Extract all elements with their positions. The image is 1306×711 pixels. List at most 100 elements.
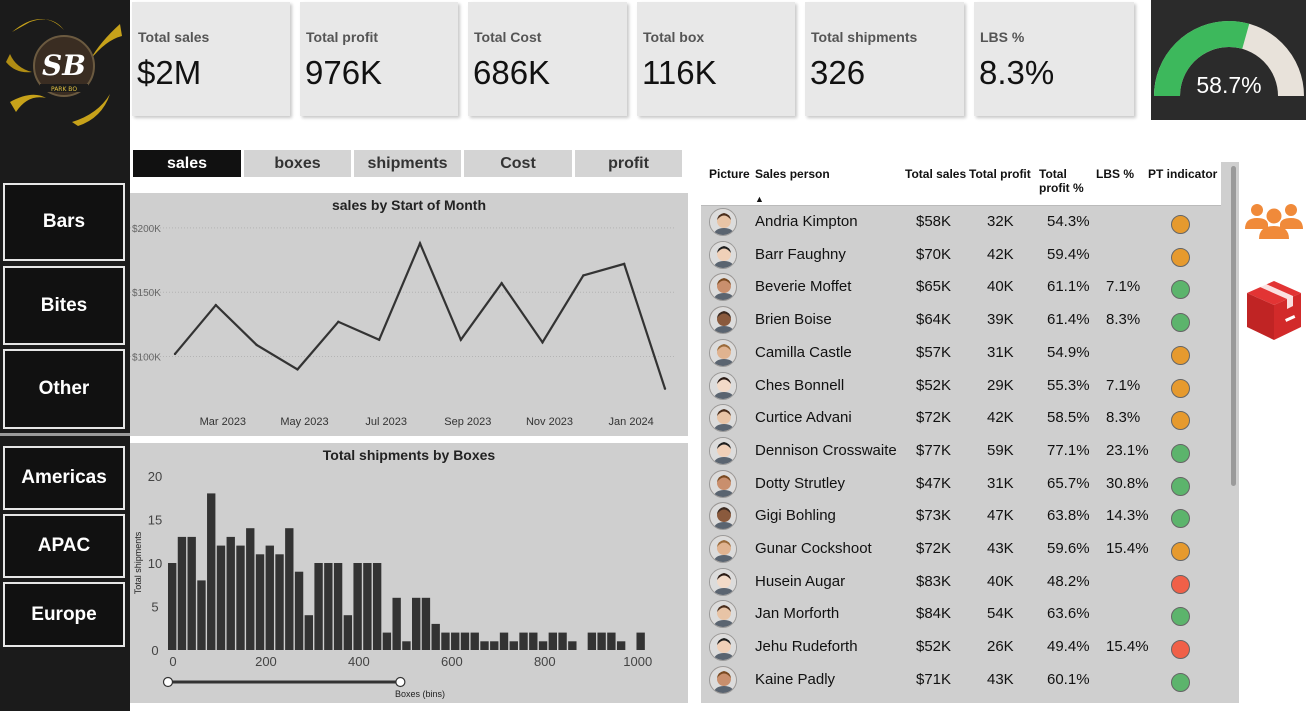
table-row[interactable]: Ches Bonnell $52K 29K 55.3% 7.1% xyxy=(701,370,1221,403)
histogram-bar[interactable] xyxy=(460,632,470,650)
histogram-bar[interactable] xyxy=(616,641,626,650)
table-row[interactable]: Dotty Strutley $47K 31K 65.7% 30.8% xyxy=(701,468,1221,501)
column-header-pt-indicator[interactable]: PT indicator xyxy=(1148,167,1217,181)
histogram-bar[interactable] xyxy=(382,632,392,650)
data-point[interactable] xyxy=(582,274,585,277)
histogram-bar[interactable] xyxy=(207,493,216,650)
histogram-bar[interactable] xyxy=(177,536,187,650)
histogram-bar[interactable] xyxy=(548,632,557,650)
range-slider-handle-min[interactable] xyxy=(162,676,174,688)
histogram-bar[interactable] xyxy=(275,554,284,650)
column-header-total-sales[interactable]: Total sales xyxy=(905,167,966,181)
salesperson-name: Dotty Strutley xyxy=(755,474,846,492)
total-sales-cell: $58K xyxy=(916,213,952,230)
histogram-bar[interactable] xyxy=(294,571,304,650)
histogram-bar[interactable] xyxy=(587,632,597,650)
tab-cost[interactable]: Cost xyxy=(464,150,572,177)
column-header-sales-person[interactable]: Sales person xyxy=(755,167,830,181)
histogram-bar[interactable] xyxy=(324,563,333,650)
table-row[interactable]: Dennison Crosswaite $77K 59K 77.1% 23.1% xyxy=(701,435,1221,468)
data-point[interactable] xyxy=(337,320,340,323)
histogram-bar[interactable] xyxy=(255,554,265,650)
table-row[interactable]: Gigi Bohling $73K 47K 63.8% 14.3% xyxy=(701,500,1221,533)
filter-button-bites[interactable]: Bites xyxy=(3,266,125,345)
data-point[interactable] xyxy=(296,368,299,371)
histogram-bar[interactable] xyxy=(636,632,645,650)
table-row[interactable]: Andria Kimpton $58K 32K 54.3% xyxy=(701,206,1221,239)
range-slider-handle-max[interactable] xyxy=(395,676,406,688)
tab-profit[interactable]: profit xyxy=(575,150,682,177)
data-point[interactable] xyxy=(377,338,381,342)
histogram-bar[interactable] xyxy=(431,623,440,650)
data-point[interactable] xyxy=(214,303,218,307)
histogram-bar[interactable] xyxy=(168,563,177,650)
histogram-bar[interactable] xyxy=(568,641,577,650)
column-header-picture[interactable]: Picture xyxy=(709,167,750,181)
table-row[interactable]: Beverie Moffet $65K 40K 61.1% 7.1% xyxy=(701,271,1221,304)
histogram-bar[interactable] xyxy=(392,597,401,650)
data-point[interactable] xyxy=(500,281,503,285)
histogram-bar[interactable] xyxy=(353,563,362,650)
histogram-bar[interactable] xyxy=(402,641,411,650)
histogram-bar[interactable] xyxy=(285,528,294,650)
tab-shipments[interactable]: shipments xyxy=(354,150,461,177)
table-row[interactable]: Gunar Cockshoot $72K 43K 59.6% 15.4% xyxy=(701,533,1221,566)
histogram-bar[interactable] xyxy=(558,632,567,650)
table-row[interactable]: Brien Boise $64K 39K 61.4% 8.3% xyxy=(701,304,1221,337)
data-point[interactable] xyxy=(541,341,544,344)
histogram-bar[interactable] xyxy=(538,641,548,650)
table-row[interactable]: Kaine Padly $71K 43K 60.1% xyxy=(701,664,1221,697)
x-tick-label: 400 xyxy=(348,654,370,669)
histogram-bar[interactable] xyxy=(187,536,196,650)
histogram-bar[interactable] xyxy=(441,632,450,650)
table-row[interactable]: Camilla Castle $57K 31K 54.9% xyxy=(701,337,1221,370)
filter-button-bars[interactable]: Bars xyxy=(3,183,125,261)
histogram-bar[interactable] xyxy=(499,632,509,650)
data-point[interactable] xyxy=(255,343,258,347)
table-row[interactable]: Barr Faughny $70K 42K 59.4% xyxy=(701,239,1221,272)
histogram-bar[interactable] xyxy=(490,641,499,650)
histogram-bar[interactable] xyxy=(607,632,616,650)
table-row[interactable]: Curtice Advani $72K 42K 58.5% 8.3% xyxy=(701,402,1221,435)
data-point[interactable] xyxy=(173,352,177,356)
histogram-bar[interactable] xyxy=(265,545,274,650)
data-point[interactable] xyxy=(459,338,463,342)
histogram-bar[interactable] xyxy=(363,563,372,650)
histogram-bar[interactable] xyxy=(519,632,528,650)
histogram-bar[interactable] xyxy=(236,545,245,650)
data-point[interactable] xyxy=(663,387,667,390)
histogram-bar[interactable] xyxy=(421,597,431,650)
column-header-total-profit-pct[interactable]: Total profit % xyxy=(1039,167,1089,195)
histogram-bar[interactable] xyxy=(333,563,343,650)
table-row[interactable]: Jan Morforth $84K 54K 63.6% xyxy=(701,598,1221,631)
histogram-bar[interactable] xyxy=(509,641,518,650)
histogram-bar[interactable] xyxy=(197,580,206,650)
histogram-bar[interactable] xyxy=(304,615,313,650)
lbs-pct-cell: 15.4% xyxy=(1106,540,1149,557)
table-row[interactable]: Husein Augar $83K 40K 48.2% xyxy=(701,566,1221,599)
histogram-bar[interactable] xyxy=(412,597,421,650)
data-point[interactable] xyxy=(622,262,626,266)
tab-sales[interactable]: sales xyxy=(133,150,241,177)
histogram-bar[interactable] xyxy=(246,528,255,650)
histogram-bar[interactable] xyxy=(470,632,479,650)
histogram-bar[interactable] xyxy=(216,545,226,650)
histogram-bar[interactable] xyxy=(480,641,489,650)
histogram-bar[interactable] xyxy=(451,632,460,650)
histogram-bar[interactable] xyxy=(343,615,353,650)
region-button-europe[interactable]: Europe xyxy=(3,582,125,647)
table-scrollbar[interactable] xyxy=(1231,166,1236,486)
tab-boxes[interactable]: boxes xyxy=(244,150,351,177)
column-header-total-profit[interactable]: Total profit xyxy=(969,167,1031,181)
region-button-apac[interactable]: APAC xyxy=(3,514,125,578)
table-row[interactable]: Jehu Rudeforth $52K 26K 49.4% 15.4% xyxy=(701,631,1221,664)
data-point[interactable] xyxy=(418,242,422,245)
histogram-bar[interactable] xyxy=(529,632,538,650)
filter-button-other[interactable]: Other xyxy=(3,349,125,429)
histogram-bar[interactable] xyxy=(372,563,382,650)
region-button-americas[interactable]: Americas xyxy=(3,446,125,510)
histogram-bar[interactable] xyxy=(226,536,235,650)
histogram-bar[interactable] xyxy=(597,632,606,650)
column-header-lbs-pct[interactable]: LBS % xyxy=(1096,167,1134,181)
histogram-bar[interactable] xyxy=(314,563,323,650)
